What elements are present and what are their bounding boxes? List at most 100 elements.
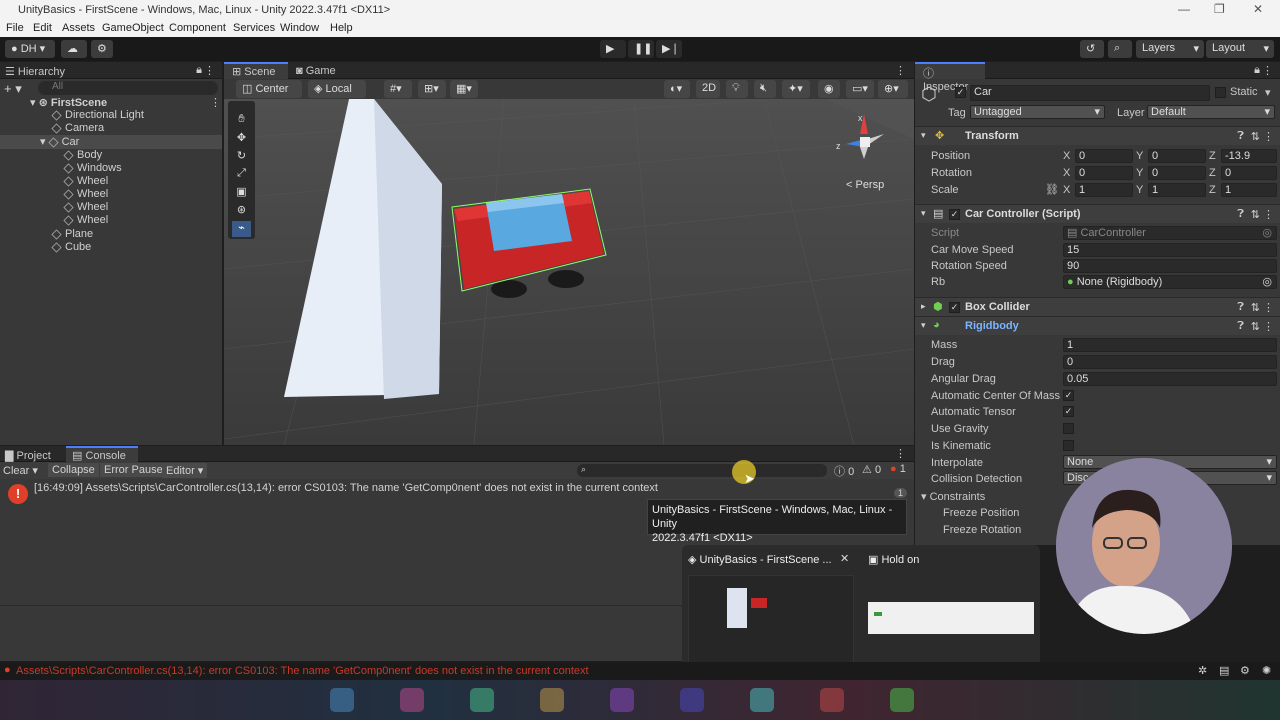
rotation-speed-field[interactable]: 90 [1063,259,1277,273]
is-kinematic-checkbox[interactable] [1063,440,1074,451]
move-tool-icon[interactable]: ✥ [232,131,251,147]
help-icon[interactable]: ❓︎ [1237,301,1244,314]
scene-viewport[interactable]: ✋︎ ✥ ↻ ⤢ ▣ ⊛ ⌁ x z < Persp [224,99,914,445]
custom-tool-icon[interactable]: ⌁ [232,221,251,237]
rect-tool-icon[interactable]: ▣ [232,185,251,201]
gizmos-icon[interactable]: ⊕▾ [878,80,908,98]
menu-gameobject[interactable]: GameObject [102,22,164,34]
cloud-icon[interactable]: ☁ [61,40,87,58]
collab-icon[interactable]: ⚙ [91,40,113,58]
space-dropdown[interactable]: ◈ Local ▾ [308,80,366,108]
scene-more-icon[interactable]: ⋮ [895,64,906,77]
preview-thumbnail-unity[interactable] [688,575,854,663]
lock-icon[interactable]: 🔒︎ [196,64,202,77]
visibility-icon[interactable]: ◉ [818,80,840,98]
increment-icon[interactable]: ▦▾ [450,80,478,98]
taskbar-app-icon[interactable] [400,688,424,712]
menu-file[interactable]: File [6,22,24,34]
cache-icon[interactable]: ▤ [1219,664,1229,677]
script-field[interactable]: ▤ CarController ◎ [1063,226,1277,240]
layers-dropdown[interactable]: Layers ▾ [1136,40,1204,58]
grid-icon[interactable]: #▾ [384,80,412,98]
hierarchy-item[interactable]: Body [63,149,102,162]
hierarchy-item[interactable]: Plane [51,228,93,241]
tab-scene[interactable]: ⊞ Scene [224,62,288,79]
static-dropdown-icon[interactable]: ▾ [1265,86,1271,99]
preset-icon[interactable]: ⇅ [1251,208,1260,221]
scene-root[interactable]: ▾ ⊛ FirstScene [30,96,107,109]
component-enabled-checkbox[interactable]: ✓ [949,302,960,313]
light-icon[interactable]: 💡︎ [726,80,748,98]
persp-label[interactable]: < Persp [846,179,884,191]
rigidbody-header[interactable]: ▾ ◕ Rigidbody ❓︎ ⇅ ⋮ [915,316,1280,335]
search-icon[interactable]: ⌕ [1108,40,1132,58]
account-button[interactable]: ● DH ▾ [5,40,55,58]
component-more-icon[interactable]: ⋮ [1263,130,1274,143]
active-checkbox[interactable]: ✓ [955,87,966,98]
editor-dropdown[interactable]: Editor ▾ [162,463,208,478]
hierarchy-item[interactable]: Wheel [63,214,108,227]
taskbar-app-icon[interactable] [470,688,494,712]
preview-thumbnail-hold-on[interactable] [868,602,1034,634]
menu-services[interactable]: Services [233,22,275,34]
close-icon[interactable]: ✕ [840,552,849,565]
tab-game[interactable]: ◙ Game [290,62,342,79]
car-move-speed-field[interactable]: 15 [1063,243,1277,257]
taskbar-app-icon[interactable] [750,688,774,712]
scale-tool-icon[interactable]: ⤢ [232,167,251,183]
log-filter-button[interactable]: ⓘ 0 [834,463,854,479]
maximize-icon[interactable]: ❐ [1214,2,1225,16]
scene-more-icon[interactable]: ⋮ [210,96,221,109]
debug-icon[interactable]: ✲ [1198,664,1207,677]
hierarchy-item[interactable]: Camera [51,122,104,135]
preset-icon[interactable]: ⇅ [1251,320,1260,333]
play-button[interactable]: ▶ [600,40,626,58]
auto-tensor-checkbox[interactable]: ✓ [1063,406,1074,417]
network-icon[interactable]: ⚙ [1240,664,1250,677]
component-more-icon[interactable]: ⋮ [1263,301,1274,314]
camera-icon[interactable]: ▭▾ [846,80,874,98]
position-x-field[interactable]: 0 [1075,149,1133,163]
scale-z-field[interactable]: 1 [1221,183,1277,197]
transform-tool-icon[interactable]: ⊛ [232,203,251,219]
taskbar-app-icon[interactable] [820,688,844,712]
status-message[interactable]: Assets\Scripts\CarController.cs(13,14): … [16,665,589,677]
audio-icon[interactable]: 🔇︎ [754,80,776,98]
error-pause-button[interactable]: Error Pause [100,463,167,477]
console-more-icon[interactable]: ⋮ [895,447,906,460]
scale-x-field[interactable]: 1 [1075,183,1133,197]
transform-header[interactable]: ▾ ✥ Transform ❓︎ ⇅ ⋮ [915,126,1280,145]
preset-icon[interactable]: ⇅ [1251,130,1260,143]
hierarchy-search-input[interactable]: All [38,81,218,95]
activity-icon[interactable]: ✺ [1262,664,1271,677]
taskbar-app-icon[interactable] [890,688,914,712]
position-z-field[interactable]: -13.9 [1221,149,1277,163]
pause-button[interactable]: ❚❚ [628,40,654,58]
rotation-y-field[interactable]: 0 [1148,166,1206,180]
tab-project[interactable]: ▇ Project [0,446,57,463]
preset-icon[interactable]: ⇅ [1251,301,1260,314]
hierarchy-item[interactable]: Windows [63,162,122,175]
constrain-proportions-icon[interactable]: ⛓︎ [1045,183,1059,196]
angular-drag-field[interactable]: 0.05 [1063,372,1277,386]
hand-tool-icon[interactable]: ✋︎ [232,113,251,129]
position-y-field[interactable]: 0 [1148,149,1206,163]
component-more-icon[interactable]: ⋮ [1263,208,1274,221]
scale-y-field[interactable]: 1 [1148,183,1206,197]
help-icon[interactable]: ❓︎ [1237,320,1244,333]
static-checkbox[interactable] [1215,87,1226,98]
more-icon[interactable]: ⋮ [1262,64,1273,77]
menu-edit[interactable]: Edit [33,22,52,34]
hierarchy-item-selected[interactable]: ▾ Car [0,135,222,149]
box-collider-header[interactable]: ▸ ⬢ ✓ Box Collider ❓︎ ⇅ ⋮ [915,297,1280,316]
lock-icon[interactable]: 🔒︎ [1254,64,1260,77]
hierarchy-item[interactable]: Cube [51,241,91,254]
more-icon[interactable]: ⋮ [204,64,215,77]
rotation-z-field[interactable]: 0 [1221,166,1277,180]
warning-filter-button[interactable]: ⚠ 0 [862,463,881,476]
rotation-x-field[interactable]: 0 [1075,166,1133,180]
history-icon[interactable]: ↺ [1080,40,1104,58]
console-search-input[interactable]: ⌕ [577,464,827,477]
constraints-foldout[interactable]: ▾ Constraints [921,490,985,503]
rotate-tool-icon[interactable]: ↻ [232,149,251,165]
